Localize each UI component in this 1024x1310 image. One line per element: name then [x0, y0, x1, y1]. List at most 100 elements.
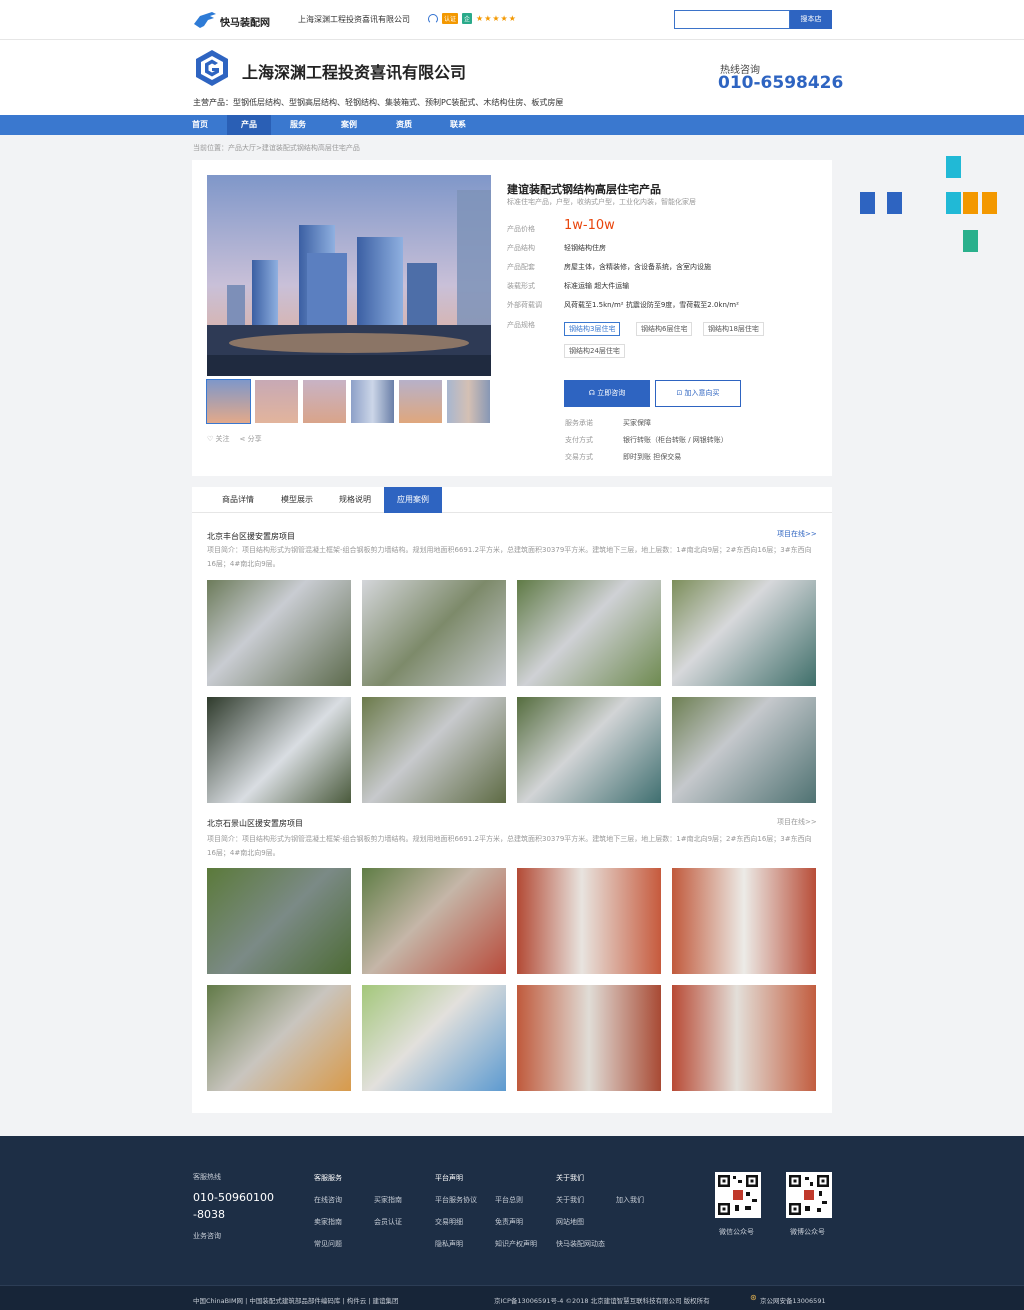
top-company-name[interactable]: 上海深渊工程投资喜讯有限公司 — [298, 14, 410, 25]
main-products: 主营产品：型钢低层结构、型钢高层结构、轻钢结构、集装箱式、预制PC装配式、木结构… — [193, 98, 564, 107]
thumbnail[interactable] — [399, 380, 442, 423]
case-image[interactable] — [362, 580, 506, 686]
service-value: 买家保障 — [623, 419, 651, 427]
tab-details[interactable]: 商品详情 — [208, 487, 268, 513]
case-image[interactable] — [672, 985, 816, 1091]
case-description: 项目简介：项目结构形式为钢管混凝土框架-组合钢板剪力墙结构。规划用地面积6691… — [207, 835, 812, 857]
footer-link[interactable]: 平台服务协议 — [435, 1195, 477, 1205]
horse-logo-icon[interactable] — [192, 10, 218, 30]
package-value: 房屋主体，含精装修，含设备系统，含室内设施 — [564, 263, 711, 271]
spec-option[interactable]: 钢结构18层住宅 — [703, 322, 764, 336]
product-subtitle: 标准住宅产品，户型，收纳式户型，工业化内装，智能化家居 — [507, 198, 696, 206]
case-image[interactable] — [672, 697, 816, 803]
product-title: 建谊装配式钢结构高层住宅产品 — [507, 183, 661, 196]
shipping-value: 标准运输 超大件运输 — [564, 282, 630, 290]
case-image[interactable] — [362, 697, 506, 803]
float-square-green — [963, 230, 978, 252]
case-description: 项目简介：项目结构形式为钢管混凝土框架-组合钢板剪力墙结构。规划用地面积6691… — [207, 546, 812, 568]
product-price: 1w-10w — [564, 218, 615, 233]
breadcrumb: 当前位置：产品大厅>建谊装配式钢结构高层住宅产品 — [193, 144, 360, 152]
top-badges: 认证 企 ★★★★★ — [428, 13, 517, 24]
trade-value: 即时到账 担保交易 — [623, 453, 682, 461]
headset-icon: ☊ — [588, 389, 598, 397]
case-image[interactable] — [672, 580, 816, 686]
footer-link[interactable]: 关于我们 — [556, 1195, 584, 1205]
footer-link[interactable]: 常见问题 — [314, 1239, 342, 1249]
case-image[interactable] — [517, 697, 661, 803]
footer-link[interactable]: 会员认证 — [374, 1217, 402, 1227]
footer-link[interactable]: 卖家指南 — [314, 1217, 342, 1227]
case-link[interactable]: 项目在线>> — [777, 817, 817, 827]
footer-link[interactable]: 隐私声明 — [435, 1239, 463, 1249]
cart-label: 加入意向买 — [684, 389, 720, 397]
tab-specs[interactable]: 规格说明 — [326, 487, 384, 513]
spec-option[interactable]: 钢结构24层住宅 — [564, 344, 625, 358]
wechat-qr-label: 微信公众号 — [719, 1228, 754, 1236]
footer-link[interactable]: 快马装配网动态 — [556, 1239, 605, 1249]
company-name: 上海深渊工程投资喜讯有限公司 — [242, 63, 467, 82]
case-image[interactable] — [362, 985, 506, 1091]
thumbnail[interactable] — [255, 380, 298, 423]
footer-link[interactable]: 交易明细 — [435, 1217, 463, 1227]
footer-link[interactable]: 网站地图 — [556, 1217, 584, 1227]
footer-link[interactable]: 免责声明 — [495, 1217, 523, 1227]
product-main-image[interactable] — [207, 175, 491, 376]
search-button[interactable]: 搜本店 — [790, 10, 832, 29]
case-image[interactable] — [207, 868, 351, 974]
case-title: 北京石景山区援安置房项目 — [207, 819, 303, 828]
footer-consult: 业务咨询 — [193, 1232, 221, 1240]
nav-service[interactable]: 服务 — [289, 115, 307, 135]
footer-icp: 京ICP备13006591号-4 ©2018 北京建谊智慧互联科技有限公司 版权… — [494, 1297, 710, 1305]
case-title: 北京丰台区援安置房项目 — [207, 532, 295, 541]
nav-cases[interactable]: 案例 — [340, 115, 358, 135]
thumbnail[interactable] — [447, 380, 490, 423]
tab-model[interactable]: 模型展示 — [268, 487, 326, 513]
add-intent-button[interactable]: ⊡ 加入意向买 — [655, 380, 741, 407]
thumbnail[interactable] — [206, 379, 251, 424]
footer-col-title: 客服服务 — [314, 1174, 342, 1182]
case-image[interactable] — [207, 580, 351, 686]
enterprise-badge: 企 — [462, 13, 473, 24]
tab-cases[interactable]: 应用案例 — [384, 487, 442, 513]
footer-link[interactable]: 买家指南 — [374, 1195, 402, 1205]
share-button[interactable]: ⋖ 分享 — [240, 434, 262, 444]
detail-tabs: 商品详情 模型展示 规格说明 应用案例 — [192, 487, 832, 513]
footer-link[interactable]: 在线咨询 — [314, 1195, 342, 1205]
footer-link[interactable]: 知识产权声明 — [495, 1239, 537, 1249]
thumbnail[interactable] — [303, 380, 346, 423]
thumbnail[interactable] — [351, 380, 394, 423]
case-link[interactable]: 项目在线>> — [777, 529, 817, 539]
case-image[interactable] — [517, 580, 661, 686]
follow-button[interactable]: ♡ 关注 — [207, 434, 230, 444]
top-bar: 快马装配网 上海深渊工程投资喜讯有限公司 认证 企 ★★★★★ 搜本店 — [0, 0, 1024, 40]
case-image[interactable] — [672, 868, 816, 974]
consult-button[interactable]: ☊ 立即咨询 — [564, 380, 650, 407]
case-image[interactable] — [362, 868, 506, 974]
case-image[interactable] — [207, 985, 351, 1091]
footer-link[interactable]: 平台总则 — [495, 1195, 523, 1205]
headset-icon[interactable] — [428, 13, 438, 24]
heart-icon: ♡ — [207, 435, 216, 443]
consult-label: 立即咨询 — [597, 389, 626, 397]
spec-option[interactable]: 钢结构6层住宅 — [636, 322, 693, 336]
nav-qualification[interactable]: 资质 — [395, 115, 413, 135]
case-image[interactable] — [517, 985, 661, 1091]
nav-contact[interactable]: 联系 — [449, 115, 467, 135]
thumbnail-strip — [206, 379, 490, 424]
case-image[interactable] — [207, 697, 351, 803]
footer-link[interactable]: 加入我们 — [616, 1195, 644, 1205]
float-square-orange-2 — [982, 192, 997, 214]
spec-label: 产品规格 — [507, 321, 535, 329]
search-input[interactable] — [674, 10, 790, 29]
site-name[interactable]: 快马装配网 — [220, 14, 270, 29]
float-square-blue-2 — [887, 192, 902, 214]
nav-home[interactable]: 首页 — [192, 115, 208, 135]
nav-products[interactable]: 产品 — [227, 115, 271, 135]
service-label: 服务承诺 — [565, 419, 593, 427]
footer-partner-links[interactable]: 中国ChinaBIM网 | 中国装配式建筑部品部件编码库 | 构件云 | 建谊集… — [193, 1295, 399, 1305]
float-square-cyan — [946, 156, 961, 178]
follow-share-bar: ♡ 关注 ⋖ 分享 — [207, 434, 262, 444]
spec-option[interactable]: 钢结构3层住宅 — [564, 322, 621, 336]
case-image[interactable] — [517, 868, 661, 974]
structure-label: 产品结构 — [507, 244, 535, 252]
